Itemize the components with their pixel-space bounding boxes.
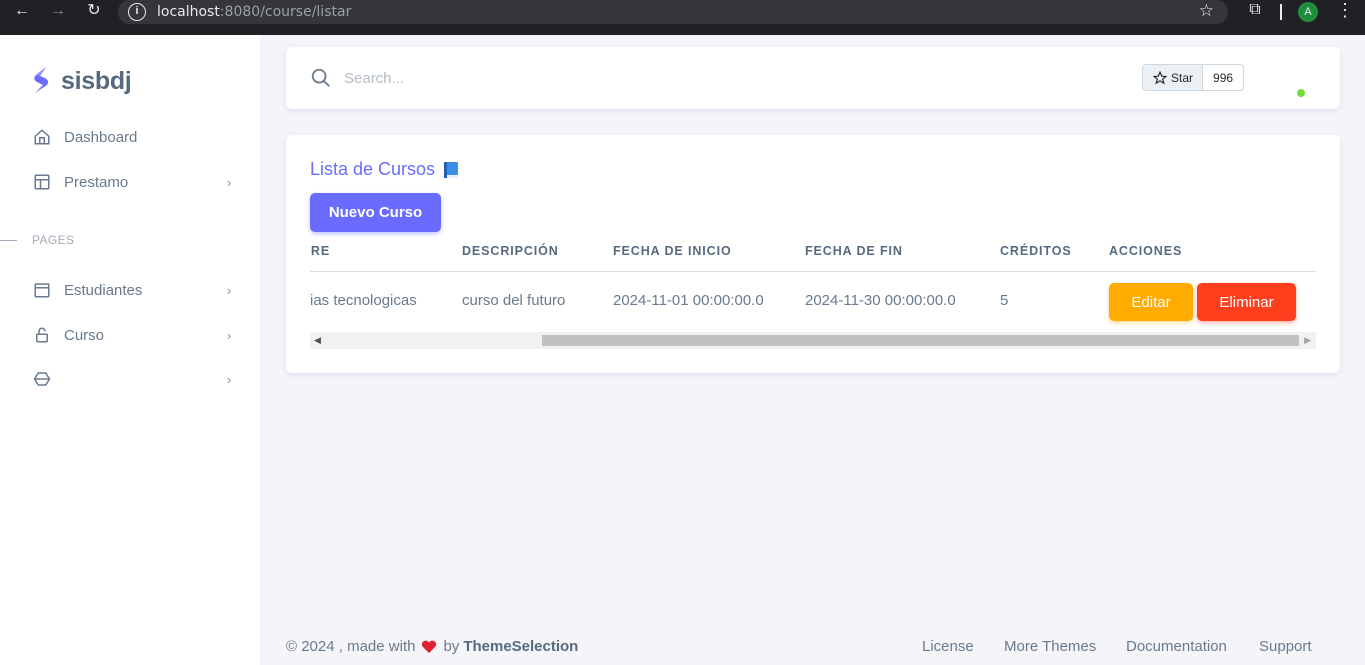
scroll-right-arrow-icon[interactable]: ▶ xyxy=(1304,335,1311,346)
cell-fecha-inicio: 2024-11-01 00:00:00.0 xyxy=(613,292,764,309)
courses-table: BRE DESCRIPCIÓN FECHA DE INICIO FECHA DE… xyxy=(310,235,1316,349)
footer-brand-link[interactable]: ThemeSelection xyxy=(463,638,578,655)
sidebar: sisbdj Dashboard Prestamo › PAGES Estudi… xyxy=(0,35,260,665)
sidebar-item-label: Estudiantes xyxy=(64,281,143,299)
sidebar-item-label: Dashboard xyxy=(64,128,138,146)
column-header-creditos: CRÉDITOS xyxy=(1000,244,1072,258)
delete-button[interactable]: Eliminar xyxy=(1197,283,1296,321)
cell-descripcion: curso del futuro xyxy=(462,292,566,309)
back-arrow-icon[interactable]: ← xyxy=(10,0,34,24)
logo-icon xyxy=(34,67,49,93)
browser-window-icon xyxy=(32,280,52,300)
column-header-acciones: ACCIONES xyxy=(1109,244,1183,258)
footer-link-documentation[interactable]: Documentation xyxy=(1126,638,1227,655)
sidebar-item-dashboard[interactable]: Dashboard xyxy=(32,122,237,152)
search-icon xyxy=(311,68,330,87)
table-header: BRE DESCRIPCIÓN FECHA DE INICIO FECHA DE… xyxy=(310,235,1316,272)
chevron-right-icon: › xyxy=(227,371,232,387)
table-row: ias tecnologicas curso del futuro 2024-1… xyxy=(310,272,1316,332)
bookmark-star-icon[interactable]: ☆ xyxy=(1199,1,1214,21)
browser-menu-icon[interactable]: ⋮ xyxy=(1336,0,1354,21)
url-text[interactable]: localhost:8080/course/listar xyxy=(157,4,351,20)
app-name: sisbdj xyxy=(61,66,132,95)
top-navbar: Star 996 xyxy=(286,47,1340,109)
address-bar[interactable]: i localhost:8080/course/listar ☆ xyxy=(118,0,1228,24)
edit-button[interactable]: Editar xyxy=(1109,283,1193,321)
section-divider xyxy=(0,239,17,241)
extensions-icon[interactable]: ⧉ xyxy=(1244,1,1266,19)
cell-nombre: ias tecnologicas xyxy=(310,292,417,309)
footer-link-license[interactable]: License xyxy=(922,638,974,655)
cell-creditos: 5 xyxy=(1000,292,1009,309)
sidebar-item-curso[interactable]: Curso › xyxy=(32,320,237,350)
scrollbar-thumb[interactable] xyxy=(542,335,1299,346)
home-icon xyxy=(32,127,52,147)
browser-toolbar: ← → ↻ i localhost:8080/course/listar ☆ ⧉… xyxy=(0,0,1365,35)
footer-copyright: © 2024 , made with by ThemeSelection xyxy=(286,638,578,655)
by-text: by xyxy=(443,638,460,655)
cube-icon xyxy=(32,369,52,389)
sidebar-item-prestamo[interactable]: Prestamo › xyxy=(32,167,237,197)
github-star-count[interactable]: 996 xyxy=(1203,64,1245,91)
horizontal-scrollbar[interactable]: ◀ ▶ xyxy=(310,332,1316,349)
sidebar-item-cube[interactable]: › xyxy=(32,364,237,394)
github-star-label: Star xyxy=(1171,70,1194,85)
layout-icon xyxy=(32,172,52,192)
site-info-icon[interactable]: i xyxy=(128,3,146,21)
page-title: Lista de Cursos xyxy=(310,159,459,180)
chevron-right-icon: › xyxy=(227,174,232,190)
column-header-descripcion: DESCRIPCIÓN xyxy=(462,244,559,258)
github-star-button[interactable]: Star xyxy=(1142,64,1204,91)
blue-book-icon xyxy=(444,161,459,178)
footer-link-support[interactable]: Support xyxy=(1259,638,1312,655)
chevron-right-icon: › xyxy=(227,282,232,298)
column-header-fecha-inicio: FECHA DE INICIO xyxy=(613,244,732,258)
section-header-label: PAGES xyxy=(32,233,75,247)
app-logo[interactable]: sisbdj xyxy=(30,65,132,97)
github-star-widget: Star 996 xyxy=(1142,64,1245,91)
star-icon xyxy=(1153,70,1167,85)
lock-open-icon xyxy=(32,325,52,345)
toolbar-divider xyxy=(1280,4,1282,20)
reload-icon[interactable]: ↻ xyxy=(82,0,106,24)
forward-arrow-icon[interactable]: → xyxy=(46,0,70,24)
sidebar-item-estudiantes[interactable]: Estudiantes › xyxy=(32,275,237,305)
course-list-card: Lista de Cursos Nuevo Curso BRE DESCRIPC… xyxy=(286,135,1340,373)
cell-fecha-fin: 2024-11-30 00:00:00.0 xyxy=(805,292,956,309)
online-status-dot xyxy=(1297,89,1305,97)
sidebar-item-label: Prestamo xyxy=(64,173,129,191)
page-title-text: Lista de Cursos xyxy=(310,159,436,179)
menu-section-header: PAGES xyxy=(0,233,74,247)
url-host: localhost xyxy=(157,4,220,20)
footer: © 2024 , made with by ThemeSelection Lic… xyxy=(286,638,1316,658)
profile-avatar[interactable]: A xyxy=(1298,2,1318,22)
heart-icon xyxy=(422,640,437,653)
column-header-fecha-fin: FECHA DE FIN xyxy=(805,244,903,258)
new-course-button[interactable]: Nuevo Curso xyxy=(310,193,441,232)
footer-link-more-themes[interactable]: More Themes xyxy=(1004,638,1096,655)
copyright-text: © 2024 , made with xyxy=(286,638,416,655)
scroll-left-arrow-icon[interactable]: ◀ xyxy=(314,335,321,346)
search-input[interactable] xyxy=(344,63,544,93)
chevron-right-icon: › xyxy=(227,327,232,343)
sidebar-item-label: Curso xyxy=(64,326,105,344)
url-path: :8080/course/listar xyxy=(219,4,352,20)
column-header-nombre: BRE xyxy=(310,244,331,258)
